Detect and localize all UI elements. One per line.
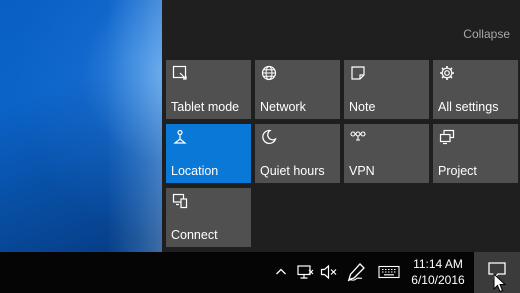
tile-label: Location [171, 164, 219, 178]
tile-quiet-hours[interactable]: Quiet hours [255, 124, 340, 183]
pen-icon[interactable] [345, 262, 369, 282]
desktop-wallpaper [0, 0, 162, 252]
tile-label: Quiet hours [260, 164, 325, 178]
note-icon [349, 64, 367, 82]
tile-connect[interactable]: Connect [166, 188, 251, 247]
tile-location[interactable]: Location [166, 124, 251, 183]
volume-muted-icon[interactable] [319, 262, 339, 282]
moon-icon [260, 128, 278, 146]
collapse-link[interactable]: Collapse [463, 27, 510, 41]
tile-vpn[interactable]: VPN [344, 124, 429, 183]
clock[interactable]: 11:14 AM 6/10/2016 [404, 256, 472, 290]
tile-tablet-mode[interactable]: Tablet mode [166, 60, 251, 119]
tile-label: Project [438, 164, 477, 178]
action-center-panel: Collapse Tablet mode Network Note All se… [162, 0, 520, 252]
keyboard-icon[interactable] [377, 262, 401, 282]
project-icon [438, 128, 456, 146]
connect-icon [171, 192, 189, 210]
tablet-mode-icon [171, 64, 189, 82]
mouse-cursor-icon [493, 273, 507, 293]
tile-network[interactable]: Network [255, 60, 340, 119]
tile-all-settings[interactable]: All settings [433, 60, 518, 119]
tile-label: Note [349, 100, 376, 114]
tile-label: VPN [349, 164, 375, 178]
tile-label: Connect [171, 228, 218, 242]
tile-label: All settings [438, 100, 499, 114]
tile-project[interactable]: Project [433, 124, 518, 183]
tile-label: Network [260, 100, 306, 114]
tile-label: Tablet mode [171, 100, 240, 114]
clock-date: 6/10/2016 [411, 273, 465, 287]
network-icon[interactable] [295, 262, 315, 282]
tile-note[interactable]: Note [344, 60, 429, 119]
globe-icon [260, 64, 278, 82]
vpn-icon [349, 128, 367, 146]
taskbar: 11:14 AM 6/10/2016 [0, 252, 520, 293]
chevron-up-icon[interactable] [271, 262, 291, 282]
location-icon [171, 128, 189, 146]
gear-icon [438, 64, 456, 82]
clock-time: 11:14 AM [413, 257, 463, 271]
